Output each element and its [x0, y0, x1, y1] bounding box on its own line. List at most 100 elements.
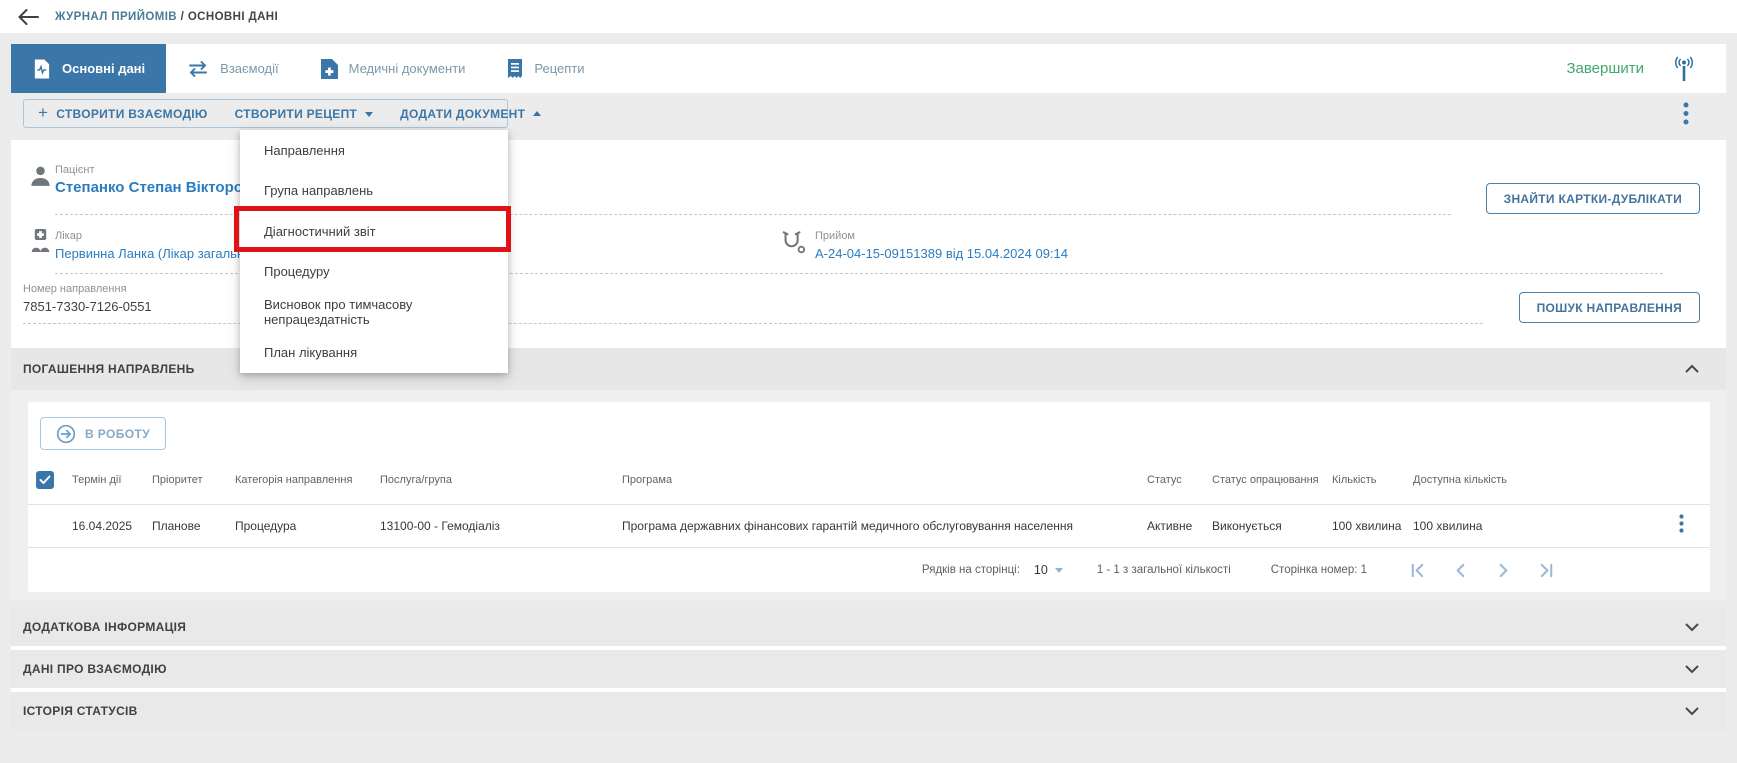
swap-arrows-icon — [187, 61, 209, 77]
patient-label: Пацієнт — [55, 164, 95, 176]
col-header: Послуга/група — [380, 474, 622, 486]
next-page-button[interactable] — [1495, 562, 1512, 579]
rows-per-page-label: Рядків на сторінці: — [922, 564, 1020, 576]
doctor-icon — [30, 228, 51, 253]
back-arrow-icon — [18, 9, 39, 25]
row-kebab-menu[interactable] — [1679, 514, 1684, 538]
col-header: Статус опрацювання — [1212, 474, 1332, 486]
broadcast-antenna-icon[interactable] — [1670, 55, 1698, 83]
col-header: Статус — [1147, 474, 1212, 486]
section-interaction-data[interactable]: ДАНІ ПРО ВЗАЄМОДІЮ — [11, 650, 1726, 688]
cell-term: 16.04.2025 — [72, 519, 152, 533]
tab-label: Основні дані — [62, 61, 145, 76]
document-plus-icon — [321, 59, 338, 79]
menu-item-referral-group[interactable]: Група направлень — [240, 171, 508, 212]
breadcrumb-separator: / — [177, 11, 188, 23]
tab-bar: Основні дані Взаємодії Медичні документи… — [11, 44, 1726, 93]
check-icon — [39, 475, 51, 485]
pagination-range: 1 - 1 з загальної кількості — [1097, 564, 1231, 576]
to-work-label: В РОБОТУ — [85, 427, 150, 441]
cell-processing-status: Виконується — [1212, 519, 1332, 533]
col-header: Категорія направлення — [235, 474, 380, 486]
expand-section-control[interactable] — [1684, 664, 1700, 674]
previous-page-button[interactable] — [1452, 562, 1469, 579]
cell-quantity: 100 хвилина — [1332, 519, 1413, 533]
referrals-section-content: В РОБОТУ Термін дії Пріоритет Категорія … — [11, 390, 1726, 600]
finish-visit-button[interactable]: Завершити — [1566, 60, 1644, 77]
table-pagination: Рядків на сторінці: 10 1 - 1 з загальної… — [28, 548, 1710, 592]
arrow-right-circle-icon — [56, 424, 76, 444]
breadcrumb-section[interactable]: ЖУРНАЛ ПРИЙОМІВ — [55, 11, 177, 23]
tab-label: Медичні документи — [349, 61, 466, 76]
patient-name-link[interactable]: Степанко Степан Вікторович — [55, 179, 270, 196]
first-page-button[interactable] — [1409, 562, 1426, 579]
col-header: Кількість — [1332, 474, 1413, 486]
rows-per-page-value[interactable]: 10 — [1034, 563, 1048, 577]
cell-category: Процедура — [235, 519, 380, 533]
toolbar-kebab-menu[interactable] — [1683, 102, 1689, 130]
tab-label: Рецепти — [534, 61, 584, 76]
col-header: Програма — [622, 474, 1147, 486]
search-referral-button[interactable]: ПОШУК НАПРАВЛЕННЯ — [1519, 292, 1700, 323]
breadcrumb-current: ОСНОВНІ ДАНІ — [188, 11, 278, 23]
tab-main-data[interactable]: Основні дані — [11, 44, 166, 93]
collapse-section-control[interactable] — [1684, 364, 1700, 374]
last-page-button[interactable] — [1538, 562, 1555, 579]
expand-section-control[interactable] — [1684, 706, 1700, 716]
menu-item-referral[interactable]: Направлення — [240, 130, 508, 171]
add-document-button[interactable]: ДОДАТИ ДОКУМЕНТ — [400, 107, 541, 121]
col-header: Пріоритет — [152, 474, 235, 486]
section-title: ДОДАТКОВА ІНФОРМАЦІЯ — [23, 620, 186, 634]
create-interaction-button[interactable]: + СТВОРИТИ ВЗАЄМОДІЮ — [38, 106, 208, 121]
tab-prescriptions[interactable]: Рецепти — [486, 44, 605, 93]
tab-interactions[interactable]: Взаємодії — [166, 44, 299, 93]
cell-program: Програма державних фінансових гарантій м… — [622, 519, 1147, 533]
select-all-checkbox[interactable] — [36, 471, 54, 489]
pagination-page-number: Сторінка номер: 1 — [1271, 564, 1367, 576]
menu-item-treatment-plan[interactable]: План лікування — [240, 333, 508, 374]
create-recipe-button[interactable]: СТВОРИТИ РЕЦЕПТ — [235, 107, 374, 121]
tab-medical-documents[interactable]: Медичні документи — [300, 44, 487, 93]
find-duplicate-cards-button[interactable]: ЗНАЙТИ КАРТКИ-ДУБЛІКАТИ — [1486, 183, 1700, 214]
menu-item-diagnostic-report[interactable]: Діагностичний звіт — [240, 211, 508, 252]
table-header-row: Термін дії Пріоритет Категорія направлен… — [28, 455, 1710, 505]
document-pulse-icon — [32, 59, 51, 79]
back-button[interactable] — [18, 9, 39, 25]
section-additional-info[interactable]: ДОДАТКОВА ІНФОРМАЦІЯ — [11, 608, 1726, 646]
tabbar-right-controls: Завершити — [1566, 44, 1726, 93]
doctor-label: Лікар — [55, 230, 82, 242]
create-recipe-label: СТВОРИТИ РЕЦЕПТ — [235, 107, 358, 121]
referral-number-value: 7851-7330-7126-0551 — [23, 299, 152, 314]
referrals-table-card: В РОБОТУ Термін дії Пріоритет Категорія … — [28, 402, 1710, 592]
menu-item-procedure[interactable]: Процедуру — [240, 252, 508, 293]
pagination-nav — [1409, 562, 1555, 579]
expand-section-control[interactable] — [1684, 622, 1700, 632]
chevron-down-icon[interactable] — [1055, 568, 1063, 577]
cell-service: 13100-00 - Гемодіаліз — [380, 519, 622, 533]
create-interaction-label: СТВОРИТИ ВЗАЄМОДІЮ — [56, 107, 207, 121]
kebab-icon — [1683, 102, 1689, 125]
collapsed-sections: ДОДАТКОВА ІНФОРМАЦІЯ ДАНІ ПРО ВЗАЄМОДІЮ … — [11, 608, 1726, 730]
section-title: ДАНІ ПРО ВЗАЄМОДІЮ — [23, 662, 167, 676]
breadcrumb: ЖУРНАЛ ПРИЙОМІВ / ОСНОВНІ ДАНІ — [55, 11, 278, 23]
chevron-down-icon — [365, 112, 373, 121]
col-header: Доступна кількість — [1413, 474, 1653, 486]
section-status-history[interactable]: ІСТОРІЯ СТАТУСІВ — [11, 692, 1726, 730]
table-row[interactable]: 16.04.2025 Планове Процедура 13100-00 - … — [28, 505, 1710, 548]
menu-item-temporary-incapacity[interactable]: Висновок про тимчасову непрацездатність — [240, 292, 508, 333]
actions-toolbar: + СТВОРИТИ ВЗАЄМОДІЮ СТВОРИТИ РЕЦЕПТ ДОД… — [23, 99, 508, 128]
patient-icon — [28, 164, 53, 189]
referrals-section-title: ПОГАШЕННЯ НАПРАВЛЕНЬ — [23, 362, 195, 376]
to-work-button[interactable]: В РОБОТУ — [40, 417, 166, 450]
cell-available-quantity: 100 хвилина — [1413, 519, 1653, 533]
visit-value-link[interactable]: A-24-04-15-09151389 від 15.04.2024 09:14 — [815, 246, 1068, 261]
kebab-icon — [1679, 514, 1684, 533]
add-document-label: ДОДАТИ ДОКУМЕНТ — [400, 107, 525, 121]
receipt-icon — [507, 59, 523, 79]
journal-visits-page: ЖУРНАЛ ПРИЙОМІВ / ОСНОВНІ ДАНІ Основні д… — [0, 0, 1737, 763]
col-header: Термін дії — [72, 474, 152, 486]
stethoscope-icon — [779, 230, 807, 256]
chevron-down-icon — [1684, 664, 1700, 674]
cell-status: Активне — [1147, 519, 1212, 533]
doctor-value-link[interactable]: Первинна Ланка (Лікар загальної п — [55, 246, 266, 261]
